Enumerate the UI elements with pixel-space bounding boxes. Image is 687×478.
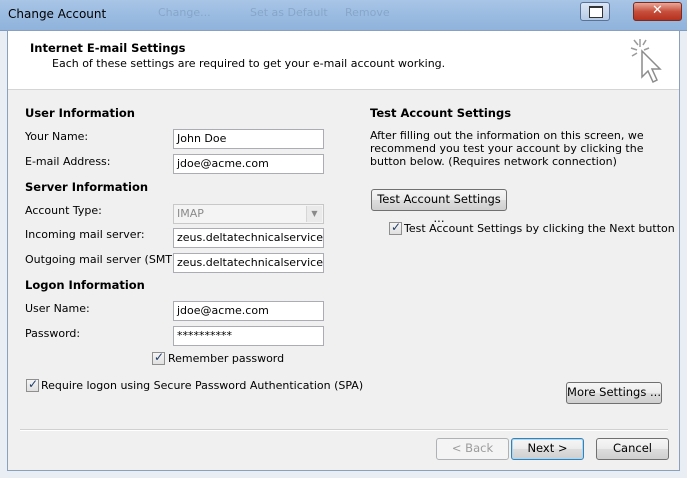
outgoing-server-field[interactable]: zeus.deltatechnicalservices.co: [173, 253, 324, 273]
chevron-down-icon: ▼: [306, 206, 322, 222]
account-type-dropdown: IMAP ▼: [173, 204, 324, 224]
cursor-sparkle-icon: [630, 39, 662, 84]
incoming-server-field[interactable]: zeus.deltatechnicalservices.co: [173, 228, 324, 248]
close-button[interactable]: ✕: [633, 2, 682, 21]
test-on-next-checkbox[interactable]: ✓: [389, 220, 402, 235]
test-settings-heading: Test Account Settings: [370, 106, 512, 120]
dialog-client: Internet E-mail Settings Each of these s…: [7, 30, 680, 471]
remember-password-label[interactable]: Remember password: [168, 352, 284, 365]
checkmark-icon: ✓: [154, 350, 165, 364]
username-field[interactable]: jdoe@acme.com: [173, 301, 324, 321]
name-field[interactable]: John Doe: [173, 129, 324, 149]
outgoing-label: Outgoing mail server (SMTP):: [25, 253, 187, 266]
test-account-settings-button[interactable]: Test Account Settings ...: [371, 189, 507, 225]
test-settings-description: After filling out the information on thi…: [370, 129, 644, 168]
ghost-menu-remove: Remove: [345, 6, 390, 19]
close-icon: ✕: [652, 3, 663, 18]
remember-password-checkbox[interactable]: ✓: [152, 350, 165, 365]
checkmark-icon: ✓: [28, 377, 39, 391]
password-field[interactable]: **********: [173, 326, 324, 346]
back-button[interactable]: < Back: [436, 438, 509, 460]
ghost-menu-default: Set as Default: [250, 6, 328, 19]
title-bar: Change Account Change... Set as Default …: [0, 0, 687, 31]
checkmark-icon: ✓: [391, 220, 402, 234]
footer-divider: [20, 429, 668, 431]
name-label: Your Name:: [25, 130, 89, 143]
spa-label[interactable]: Require logon using Secure Password Auth…: [41, 379, 363, 392]
account-type-label: Account Type:: [25, 204, 102, 217]
dialog-header: Internet E-mail Settings Each of these s…: [8, 31, 679, 90]
ghost-menu-change: Change...: [158, 6, 211, 19]
spa-checkbox[interactable]: ✓: [26, 377, 39, 392]
header-subtitle: Each of these settings are required to g…: [52, 57, 446, 70]
account-type-value: IMAP: [177, 207, 204, 220]
username-label: User Name:: [25, 302, 90, 315]
test-on-next-label[interactable]: Test Account Settings by clicking the Ne…: [404, 222, 675, 235]
logon-info-heading: Logon Information: [25, 278, 145, 292]
email-label: E-mail Address:: [25, 155, 111, 168]
incoming-label: Incoming mail server:: [25, 228, 145, 241]
header-title: Internet E-mail Settings: [30, 41, 186, 55]
email-field[interactable]: jdoe@acme.com: [173, 154, 324, 174]
server-info-heading: Server Information: [25, 180, 149, 194]
user-info-heading: User Information: [25, 106, 135, 120]
restore-button[interactable]: [580, 2, 610, 21]
restore-icon: [589, 6, 603, 18]
more-settings-button[interactable]: More Settings ...: [566, 382, 662, 404]
window-title: Change Account: [8, 7, 107, 21]
next-button[interactable]: Next >: [511, 438, 584, 460]
cancel-button[interactable]: Cancel: [596, 438, 669, 460]
password-label: Password:: [25, 327, 81, 340]
